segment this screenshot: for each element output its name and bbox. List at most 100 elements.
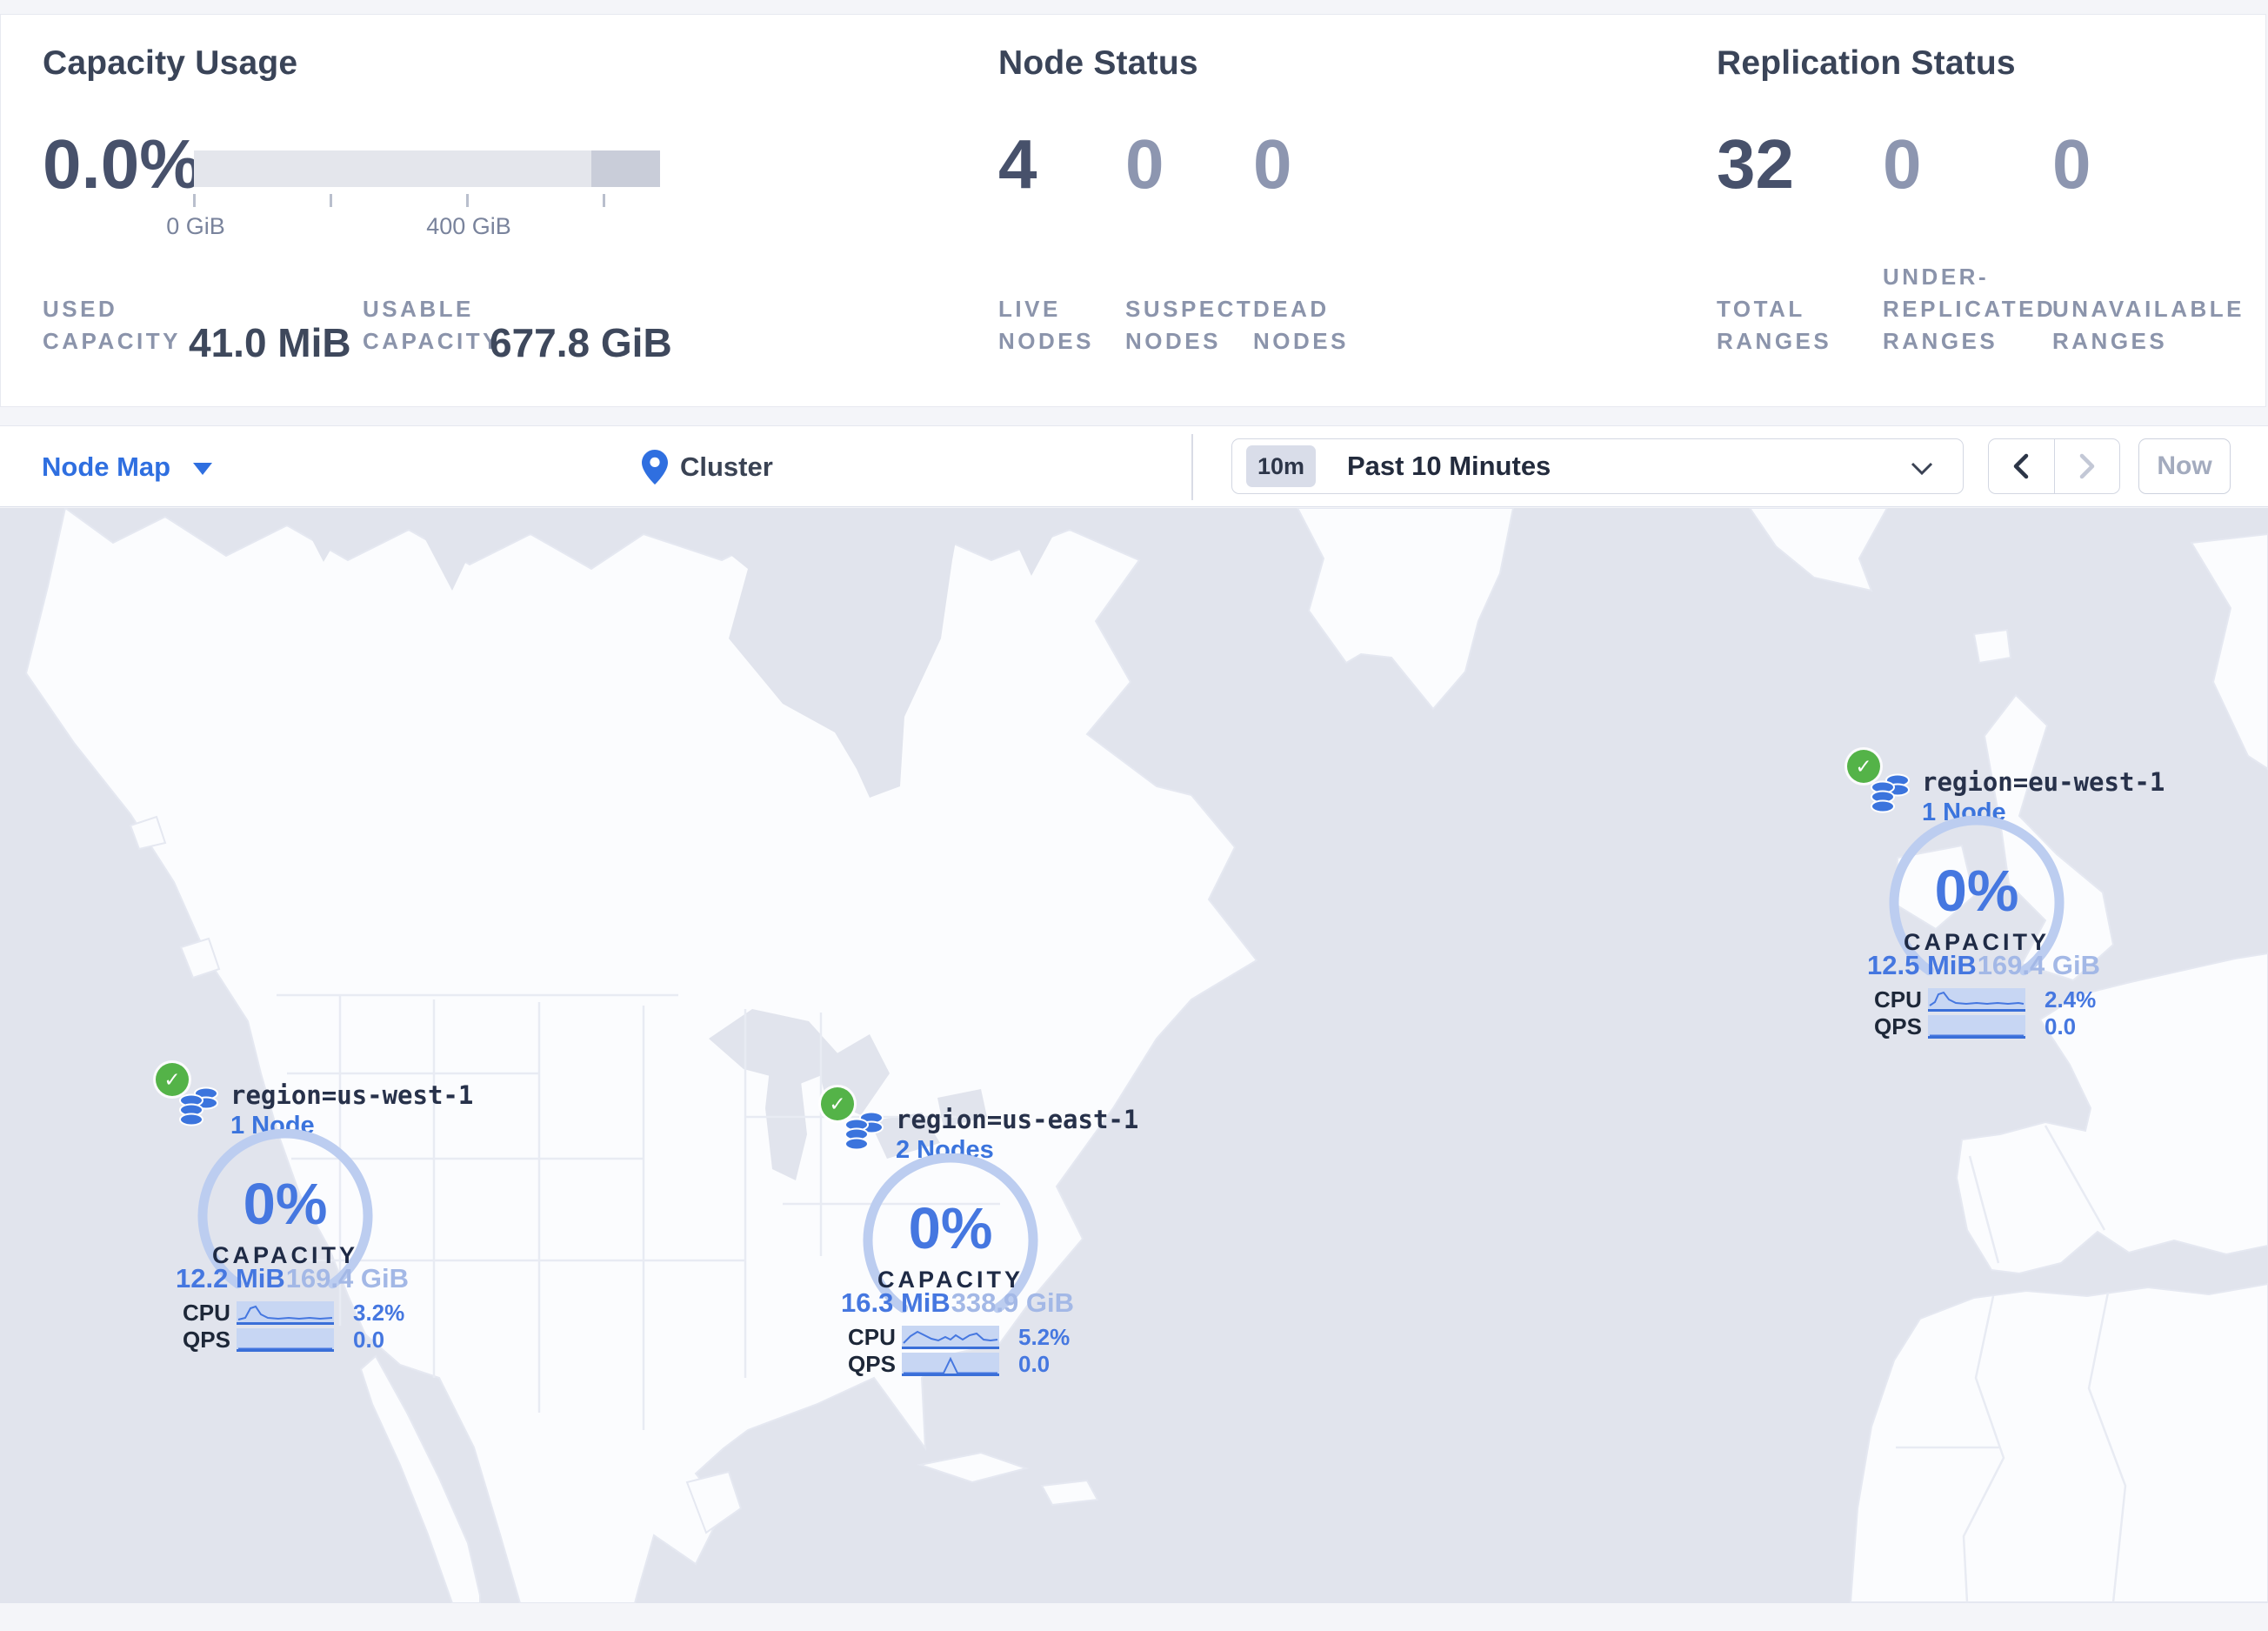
qps-metric-row: QPS 0.0 (183, 1327, 423, 1354)
capacity-tick-label-400: 400 GiB (426, 213, 511, 239)
location-pin-icon (642, 450, 668, 485)
region-marker-eu-west-1[interactable]: ✓ region=eu-west-1 1 Node 0% CAPACITY 12… (1839, 750, 2165, 1046)
qps-label: QPS (848, 1351, 896, 1377)
usable-capacity-label: USABLE CAPACITY (363, 293, 501, 358)
suspect-nodes-label-line2: NODES (1125, 328, 1221, 354)
cpu-metric-row: CPU 2.4% (1874, 986, 2114, 1013)
used-capacity-label: USED CAPACITY (43, 293, 181, 358)
dead-nodes-count: 0 (1253, 125, 1292, 203)
usable-capacity-label-line2: CAPACITY (363, 328, 501, 354)
map-toolbar: Node Map Cluster 10m Past 10 Minutes Now (0, 425, 2268, 507)
time-step-forward-button[interactable] (2055, 439, 2120, 493)
breadcrumb[interactable]: Cluster (642, 426, 773, 508)
under-replicated-label-line1: UNDER- (1883, 264, 1990, 290)
capacity-tick (193, 194, 196, 207)
live-nodes-label: LIVE NODES (998, 293, 1094, 358)
live-nodes-count: 4 (998, 125, 1037, 203)
used-capacity-label-line2: CAPACITY (43, 328, 181, 354)
used-value: 16.3 MiB (841, 1287, 951, 1318)
dead-nodes-label-line1: DEAD (1253, 296, 1330, 322)
region-name: region=eu-west-1 (1922, 767, 2165, 797)
map-island (1972, 628, 2012, 665)
total-ranges-label: TOTAL RANGES (1717, 293, 1831, 358)
capacity-percent: 0.0% (43, 125, 202, 203)
capacity-bar-reserved-segment (591, 150, 660, 187)
database-icon (179, 1086, 218, 1126)
database-icon (1871, 773, 1910, 813)
node-status-section: Node Status 4 0 0 LIVE NODES SUSPECT NOD… (998, 15, 1659, 408)
usable-value: 169.4 GiB (1977, 950, 2100, 980)
unavailable-count: 0 (2052, 125, 2091, 203)
gauge-percent: 0% (1934, 859, 2019, 924)
capacity-tick (603, 194, 605, 207)
replication-status-title: Replication Status (1717, 44, 2016, 82)
used-capacity-label-line1: USED (43, 296, 118, 322)
dead-nodes-label-line2: NODES (1253, 328, 1349, 354)
dead-nodes-label: DEAD NODES (1253, 293, 1349, 358)
cpu-value: 5.2% (1018, 1324, 1071, 1350)
capacity-usage-section: Capacity Usage 0.0% 0 GiB 400 GiB USED C… (43, 15, 956, 408)
now-button[interactable]: Now (2138, 438, 2231, 494)
under-replicated-count: 0 (1883, 125, 1922, 203)
cpu-sparkline (237, 1301, 334, 1325)
view-selector-dropdown[interactable]: Node Map (42, 426, 213, 508)
used-capacity-value: 41.0 MiB (189, 320, 351, 365)
live-nodes-label-line1: LIVE (998, 296, 1061, 322)
node-map-dashboard: { "header": { "capacity": { "title": "Ca… (0, 0, 2268, 1631)
capacity-values: 16.3 MiB 338.9 GiB (813, 1287, 1088, 1319)
capacity-tick (466, 194, 469, 207)
unavailable-ranges-label-line2: RANGES (2052, 328, 2168, 354)
region-marker-us-west-1[interactable]: ✓ region=us-west-1 1 Node 0% CAPACITY 12… (148, 1063, 473, 1359)
view-selector-label: Node Map (42, 451, 171, 482)
cpu-value: 2.4% (2045, 986, 2097, 1013)
qps-label: QPS (183, 1327, 230, 1353)
cpu-sparkline (902, 1326, 999, 1349)
cluster-summary-panel: Capacity Usage 0.0% 0 GiB 400 GiB USED C… (0, 14, 2266, 407)
region-name: region=us-west-1 (230, 1080, 474, 1110)
time-step-back-button[interactable] (1989, 439, 2055, 493)
map-africa (1849, 1282, 2268, 1603)
capacity-bar (194, 150, 660, 187)
qps-value: 0.0 (2045, 1013, 2077, 1039)
suspect-nodes-label-line1: SUSPECT (1125, 296, 1254, 322)
usable-capacity-value: 677.8 GiB (490, 320, 672, 365)
breadcrumb-label: Cluster (680, 451, 773, 482)
under-replicated-label-line2: REPLICATED (1883, 296, 2057, 322)
qps-sparkline (1928, 1015, 2025, 1039)
unavailable-ranges-label-line1: UNAVAILABLE (2052, 296, 2245, 322)
region-marker-us-east-1[interactable]: ✓ region=us-east-1 2 Nodes 0% CAPACITY 1… (813, 1087, 1138, 1383)
caret-down-icon (193, 463, 213, 475)
chevron-right-icon (2079, 453, 2094, 479)
capacity-values: 12.5 MiB 169.4 GiB (1839, 950, 2114, 981)
time-range-selector[interactable]: 10m Past 10 Minutes (1231, 438, 1964, 494)
toolbar-divider (1191, 434, 1193, 500)
capacity-usage-title: Capacity Usage (43, 44, 298, 82)
replication-status-section: Replication Status 32 0 0 TOTAL RANGES U… (1717, 15, 2241, 408)
suspect-nodes-label: SUSPECT NODES (1125, 293, 1253, 358)
gauge-percent: 0% (243, 1172, 328, 1237)
node-map[interactable] (0, 508, 2268, 1603)
qps-value: 0.0 (1018, 1351, 1051, 1377)
qps-value: 0.0 (353, 1327, 385, 1353)
qps-metric-row: QPS 0.0 (848, 1351, 1088, 1378)
world-map (0, 508, 2268, 1603)
gauge-percent: 0% (908, 1196, 993, 1261)
qps-sparkline (902, 1353, 999, 1376)
cpu-label: CPU (183, 1300, 230, 1326)
cpu-metric-row: CPU 3.2% (183, 1300, 423, 1327)
usable-capacity-label-line1: USABLE (363, 296, 474, 322)
under-replicated-label-line3: RANGES (1883, 328, 1998, 354)
suspect-nodes-count: 0 (1125, 125, 1164, 203)
unavailable-ranges-label: UNAVAILABLE RANGES (2052, 293, 2245, 358)
total-ranges-label-line2: RANGES (1717, 328, 1832, 354)
time-range-label: Past 10 Minutes (1347, 451, 1551, 481)
cpu-value: 3.2% (353, 1300, 405, 1326)
map-hispaniola (1040, 1479, 1099, 1507)
live-nodes-label-line2: NODES (998, 328, 1094, 354)
region-name: region=us-east-1 (896, 1105, 1139, 1134)
cpu-label: CPU (1874, 986, 1922, 1013)
chevron-down-icon (1911, 462, 1933, 476)
qps-metric-row: QPS 0.0 (1874, 1013, 2114, 1040)
capacity-tick (330, 194, 332, 207)
cpu-sparkline (1928, 988, 2025, 1012)
